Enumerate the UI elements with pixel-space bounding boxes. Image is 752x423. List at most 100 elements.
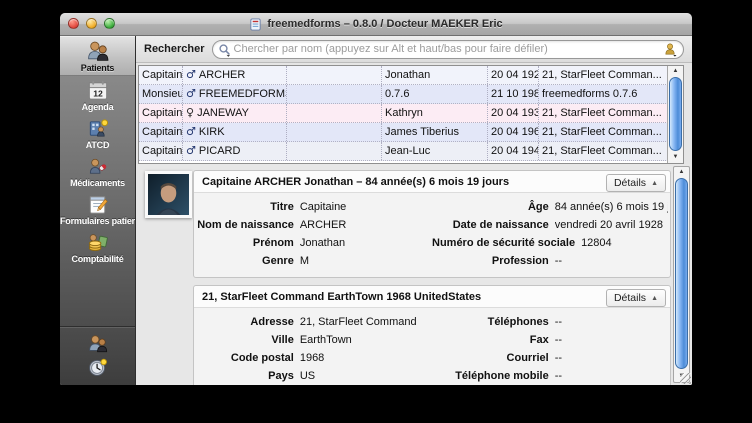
male-gender-icon: ♂	[186, 125, 196, 138]
field-row: Courriel --	[432, 349, 668, 367]
cell-title: Capitaine	[139, 66, 183, 84]
cell-dob: 20 04 1968	[488, 123, 539, 141]
cell-name-text: JANEWAY	[197, 107, 250, 119]
identity-details-button[interactable]: Détails ▲	[605, 174, 666, 192]
cell-title: Capitaine	[139, 142, 183, 160]
sidebar-item-formulaires-patient[interactable]: Formulaires patient	[60, 190, 135, 228]
search-input[interactable]	[231, 42, 663, 56]
field-value: ARCHER	[299, 219, 347, 231]
identity-group-header: Capitaine ARCHER Jonathan – 84 année(s) …	[194, 171, 670, 193]
field-value: 21, StarFleet Command	[299, 316, 417, 328]
scroll-up-button[interactable]: ▲	[668, 66, 683, 77]
field-value: 1968	[299, 352, 325, 364]
field-row: Nom de naissance ARCHER	[196, 216, 432, 234]
field-row: Date de naissance vendredi 20 avril 1928	[432, 216, 668, 234]
cell-firstname: 0.7.6	[382, 85, 488, 103]
add-patient-icon[interactable]	[663, 42, 678, 57]
sidebar-item-medicaments[interactable]: Médicaments	[60, 152, 135, 190]
male-gender-icon: ♂	[186, 87, 196, 100]
field-row: Titre Capitaine	[196, 198, 432, 216]
search-toolbar: Rechercher	[136, 36, 692, 63]
scrollbar-thumb[interactable]	[675, 178, 688, 369]
sidebar-item-comptabilite[interactable]: Comptabilité	[60, 228, 135, 266]
forms-icon	[85, 193, 111, 216]
sidebar-item-label: Comptabilité	[71, 254, 124, 264]
sidebar-item-patients[interactable]: Patients	[60, 36, 135, 76]
identity-group: Capitaine ARCHER Jonathan – 84 année(s) …	[193, 170, 671, 278]
field-label: Nom de naissance	[197, 219, 294, 231]
cell-usual-name	[287, 104, 382, 122]
scrollbar-thumb[interactable]	[669, 77, 682, 151]
patient-row[interactable]: Monsieur♂FREEMEDFORMS 0.7.621 10 1980free…	[139, 85, 668, 104]
cell-address: freemedforms 0.7.6	[542, 88, 638, 100]
window-title-area: freemedforms – 0.8.0 / Docteur MAEKER Er…	[249, 17, 503, 31]
cell-name-text: KIRK	[198, 126, 225, 138]
cell-name: ♀ JANEWAY	[183, 104, 287, 122]
sidebar-button-history[interactable]	[87, 356, 109, 378]
titlebar[interactable]: freemedforms – 0.8.0 / Docteur MAEKER Er…	[60, 13, 692, 36]
field-label: Code postal	[230, 352, 294, 364]
sidebar-button-patients-quick[interactable]	[87, 333, 109, 355]
scroll-up-button[interactable]: ▲	[674, 167, 689, 178]
field-label: Profession	[491, 255, 549, 267]
field-value: M	[299, 255, 309, 267]
sidebar-item-label: Formulaires patient	[60, 216, 135, 226]
field-row: Numéro de sécurité sociale 12804	[432, 234, 668, 252]
cell-address: 21, StarFleet Comman...	[542, 69, 662, 81]
patients-icon	[85, 40, 111, 63]
patient-row[interactable]: Capitaine♂ARCHER Jonathan20 04 192821, St…	[139, 66, 668, 85]
patient-row[interactable]: Capitaine♂PICARD Jean-Luc20 04 194821, St…	[139, 142, 668, 161]
cell-address: 21, StarFleet Comman...	[542, 126, 662, 138]
patient-row[interactable]: Capitaine♂KIRK James Tiberius20 04 196821…	[139, 123, 668, 142]
field-value: --	[554, 255, 563, 267]
field-label: Adresse	[250, 316, 294, 328]
field-label: Téléphone mobile	[455, 370, 549, 382]
male-gender-icon: ♂	[186, 144, 196, 157]
patients-table-scrollbar[interactable]: ▲ ▼	[667, 66, 683, 163]
sidebar-item-atcd[interactable]: ATCD	[60, 114, 135, 152]
field-row: Pays US	[196, 367, 432, 385]
field-value: US	[299, 370, 316, 382]
cell-name-text: PICARD	[198, 145, 241, 157]
zoom-window-button[interactable]	[104, 18, 115, 29]
details-scrollbar[interactable]: ▲ ▼	[673, 166, 690, 383]
cell-firstname: Jonathan	[382, 66, 488, 84]
patient-photo[interactable]	[145, 171, 192, 218]
field-label: Genre	[262, 255, 294, 267]
field-value: --	[554, 370, 563, 382]
address-group-header: 21, StarFleet Command EarthTown 1968 Uni…	[194, 286, 670, 308]
field-value: vendredi 20 avril 1928	[554, 219, 663, 231]
cell-dob: 20 04 1928	[488, 66, 539, 84]
sidebar-item-agenda[interactable]: 12 Agenda	[60, 76, 135, 114]
field-label: Pays	[268, 370, 294, 382]
resize-grip[interactable]	[680, 373, 691, 384]
field-row: Âge 84 année(s) 6 mois 19 jours	[432, 198, 668, 216]
cell-dob: 21 10 1980	[488, 85, 539, 103]
sidebar-separator	[60, 326, 135, 328]
window-title: freemedforms – 0.8.0 / Docteur MAEKER Er…	[267, 18, 503, 30]
cell-address: 21, StarFleet Comman...	[542, 107, 662, 119]
agenda-icon: 12	[85, 79, 111, 102]
minimize-window-button[interactable]	[86, 18, 97, 29]
accounting-icon	[85, 231, 111, 254]
field-value: 84 année(s) 6 mois 19 jours	[554, 201, 668, 213]
close-window-button[interactable]	[68, 18, 79, 29]
field-label: Numéro de sécurité sociale	[432, 237, 576, 249]
collapse-arrow-icon: ▲	[651, 179, 658, 187]
field-value: --	[554, 352, 563, 364]
field-value: Capitaine	[299, 201, 347, 213]
field-label: Date de naissance	[452, 219, 549, 231]
search-input-container[interactable]	[211, 39, 684, 59]
sidebar-item-label: Agenda	[81, 102, 114, 112]
address-details-button[interactable]: Détails ▲	[605, 289, 666, 307]
field-value: Jonathan	[299, 237, 346, 249]
male-gender-icon: ♂	[186, 68, 196, 81]
field-row: Prénom Jonathan	[196, 234, 432, 252]
patient-row[interactable]: Capitaine♀JANEWAY Kathryn20 04 193821, St…	[139, 104, 668, 123]
svg-text:12: 12	[93, 89, 103, 99]
field-row: Téléphone mobile --	[432, 367, 668, 385]
scroll-down-button[interactable]: ▼	[668, 152, 683, 163]
field-row: Genre M	[196, 252, 432, 270]
sidebar-item-label: Patients	[80, 63, 115, 73]
